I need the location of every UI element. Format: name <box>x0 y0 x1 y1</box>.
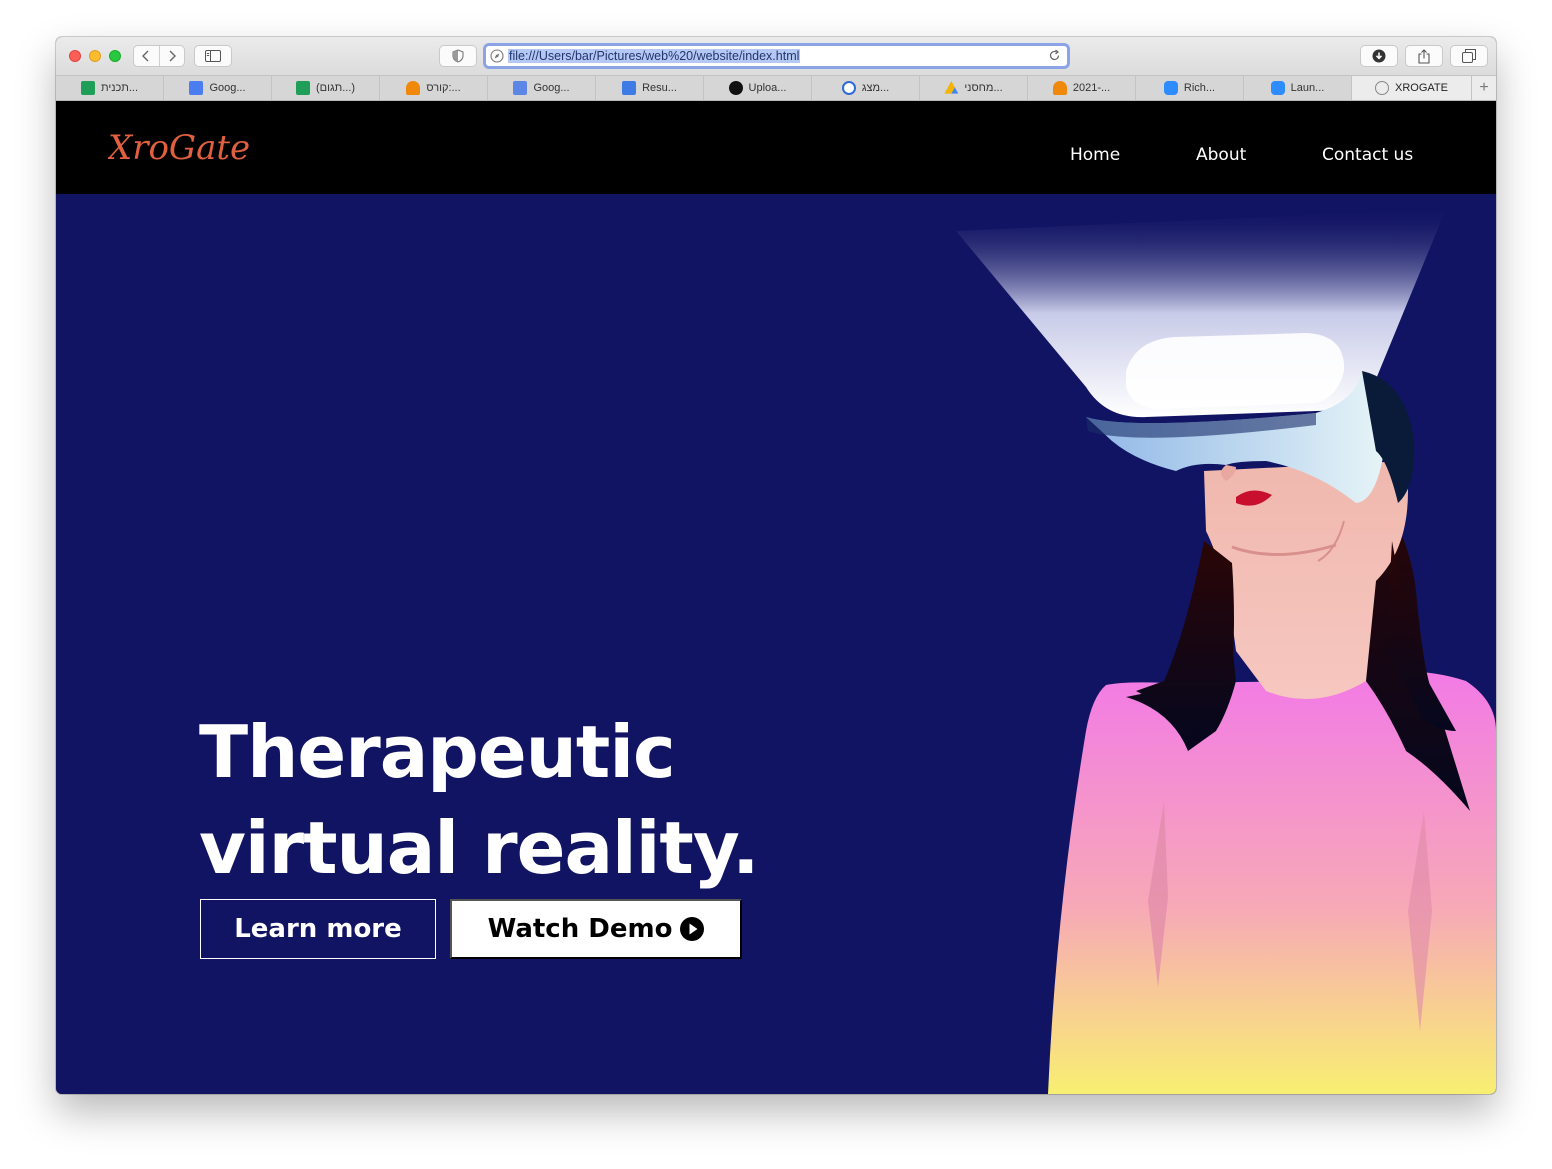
share-icon <box>1418 48 1430 64</box>
drive-icon <box>944 81 959 94</box>
hero-headline: Therapeutic virtual reality. <box>199 704 760 896</box>
browser-window: file:///Users/bar/Pictures/web%20/websit… <box>56 37 1496 1094</box>
watch-demo-label: Watch Demo <box>487 914 673 944</box>
bookmark-item[interactable]: Uploa... <box>704 76 812 100</box>
maximize-window-button[interactable] <box>109 50 121 62</box>
chevron-right-icon <box>169 50 176 62</box>
watch-demo-button[interactable]: Watch Demo <box>450 899 742 959</box>
page-content: XroGate Home About Contact us Therapeuti… <box>56 101 1496 1094</box>
headline-line-2: virtual reality. <box>199 806 760 890</box>
bookmark-item[interactable]: 2021-... <box>1028 76 1136 100</box>
sidebar-toggle-button[interactable] <box>194 45 232 67</box>
site-logo[interactable]: XroGate <box>105 117 268 178</box>
bookmark-item[interactable]: Resu... <box>596 76 704 100</box>
address-bar[interactable]: file:///Users/bar/Pictures/web%20/websit… <box>483 43 1070 69</box>
vr-woman-illustration <box>956 211 1496 1094</box>
bookmark-item[interactable]: Rich... <box>1136 76 1244 100</box>
moodle-icon <box>406 81 421 95</box>
history-nav-group <box>133 45 185 67</box>
privacy-report-button[interactable] <box>439 45 477 67</box>
bookmark-item[interactable]: מחסני... <box>920 76 1028 100</box>
docs-icon <box>189 81 204 95</box>
headline-line-1: Therapeutic <box>199 710 676 794</box>
xrogate-logo-icon: XroGate <box>105 128 250 168</box>
zoom-icon <box>1163 81 1178 95</box>
bookmark-item[interactable]: Laun... <box>1244 76 1352 100</box>
bookmark-item[interactable]: תכנית... <box>56 76 164 100</box>
sheets-icon <box>80 81 95 95</box>
download-icon <box>1372 49 1386 63</box>
bookmark-item-active[interactable]: XROGATE <box>1352 76 1472 100</box>
compass-icon <box>1375 81 1389 95</box>
close-window-button[interactable] <box>69 50 81 62</box>
downloads-button[interactable] <box>1360 45 1398 67</box>
reload-icon <box>1049 49 1060 61</box>
plus-icon: + <box>1479 79 1489 96</box>
back-button[interactable] <box>134 46 159 66</box>
sidebar-icon <box>205 50 221 62</box>
bookmarks-bar: תכנית... Goog... (תגום...) קורס:... Goog… <box>56 75 1496 101</box>
shield-icon <box>452 49 464 63</box>
slides-icon <box>841 81 856 95</box>
translate-icon <box>513 81 528 95</box>
new-tab-button[interactable]: + <box>1472 76 1496 100</box>
reload-button[interactable] <box>1048 49 1061 67</box>
chevron-left-icon <box>142 50 149 62</box>
play-circle-icon <box>680 917 705 941</box>
zoom-icon <box>1270 81 1285 95</box>
bookmark-item[interactable]: מצג... <box>812 76 920 100</box>
address-url[interactable]: file:///Users/bar/Pictures/web%20/websit… <box>508 49 801 63</box>
minimize-window-button[interactable] <box>89 50 101 62</box>
nav-home-link[interactable]: Home <box>1070 145 1120 165</box>
moodle-icon <box>1052 81 1067 95</box>
forward-button[interactable] <box>158 46 184 66</box>
bookmark-item[interactable]: Goog... <box>488 76 596 100</box>
learn-more-button[interactable]: Learn more <box>200 899 436 959</box>
bookmark-item[interactable]: (תגום...) <box>272 76 380 100</box>
github-icon <box>728 81 743 95</box>
compass-icon <box>490 49 504 63</box>
tabs-icon <box>1462 49 1476 63</box>
nav-about-link[interactable]: About <box>1196 145 1246 165</box>
share-button[interactable] <box>1405 45 1443 67</box>
tab-overview-button[interactable] <box>1450 45 1488 67</box>
site-navbar: XroGate Home About Contact us <box>56 101 1496 194</box>
svg-text:XroGate: XroGate <box>108 128 250 168</box>
sheets-icon <box>295 81 310 95</box>
bookmark-item[interactable]: Goog... <box>164 76 272 100</box>
browser-toolbar: file:///Users/bar/Pictures/web%20/websit… <box>56 37 1496 75</box>
learn-more-label: Learn more <box>234 914 402 944</box>
resume-icon <box>622 81 637 95</box>
bookmark-item[interactable]: קורס:... <box>380 76 488 100</box>
nav-contact-link[interactable]: Contact us <box>1322 145 1413 165</box>
